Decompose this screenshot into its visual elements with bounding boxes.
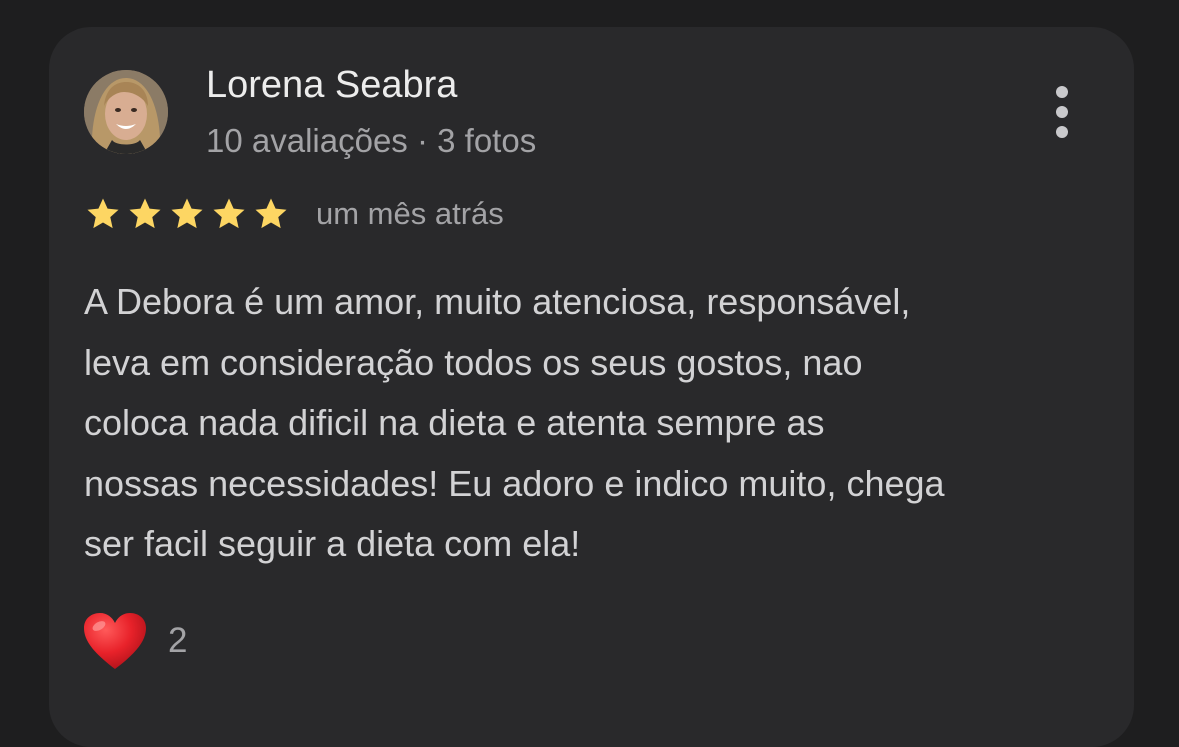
reaction-count: 2 [168, 621, 188, 660]
rating-row: um mês atrás [84, 192, 504, 236]
star-icon [255, 198, 287, 229]
reviewer-meta: 10 avaliações · 3 fotos [206, 122, 537, 159]
review-text-line: nossas necessidades! Eu adoro e indico m… [84, 462, 945, 504]
more-options-button[interactable] [1040, 82, 1084, 142]
review-text-line: coloca nada dificil na dieta e atenta se… [84, 402, 825, 443]
avatar[interactable] [84, 70, 168, 154]
heart-icon[interactable] [82, 611, 148, 671]
star-icon [213, 198, 245, 229]
review-text-line: leva em consideração todos os seus gosto… [84, 341, 863, 383]
star-icon [87, 198, 119, 229]
review-text-line: A Debora é um amor, muito atenciosa, res… [84, 281, 911, 322]
reviewer-name[interactable]: Lorena Seabra [206, 64, 457, 107]
star-icon [171, 198, 203, 229]
review-text-line: ser facil seguir a dieta com ela! [84, 523, 581, 564]
review-text: A Debora é um amor, muito atenciosa, res… [84, 272, 1114, 575]
like-reaction[interactable]: 2 [82, 608, 187, 674]
more-vertical-icon [1056, 86, 1068, 98]
review-date: um mês atrás [316, 196, 504, 231]
star-icon [129, 198, 161, 229]
star-rating [84, 195, 294, 233]
